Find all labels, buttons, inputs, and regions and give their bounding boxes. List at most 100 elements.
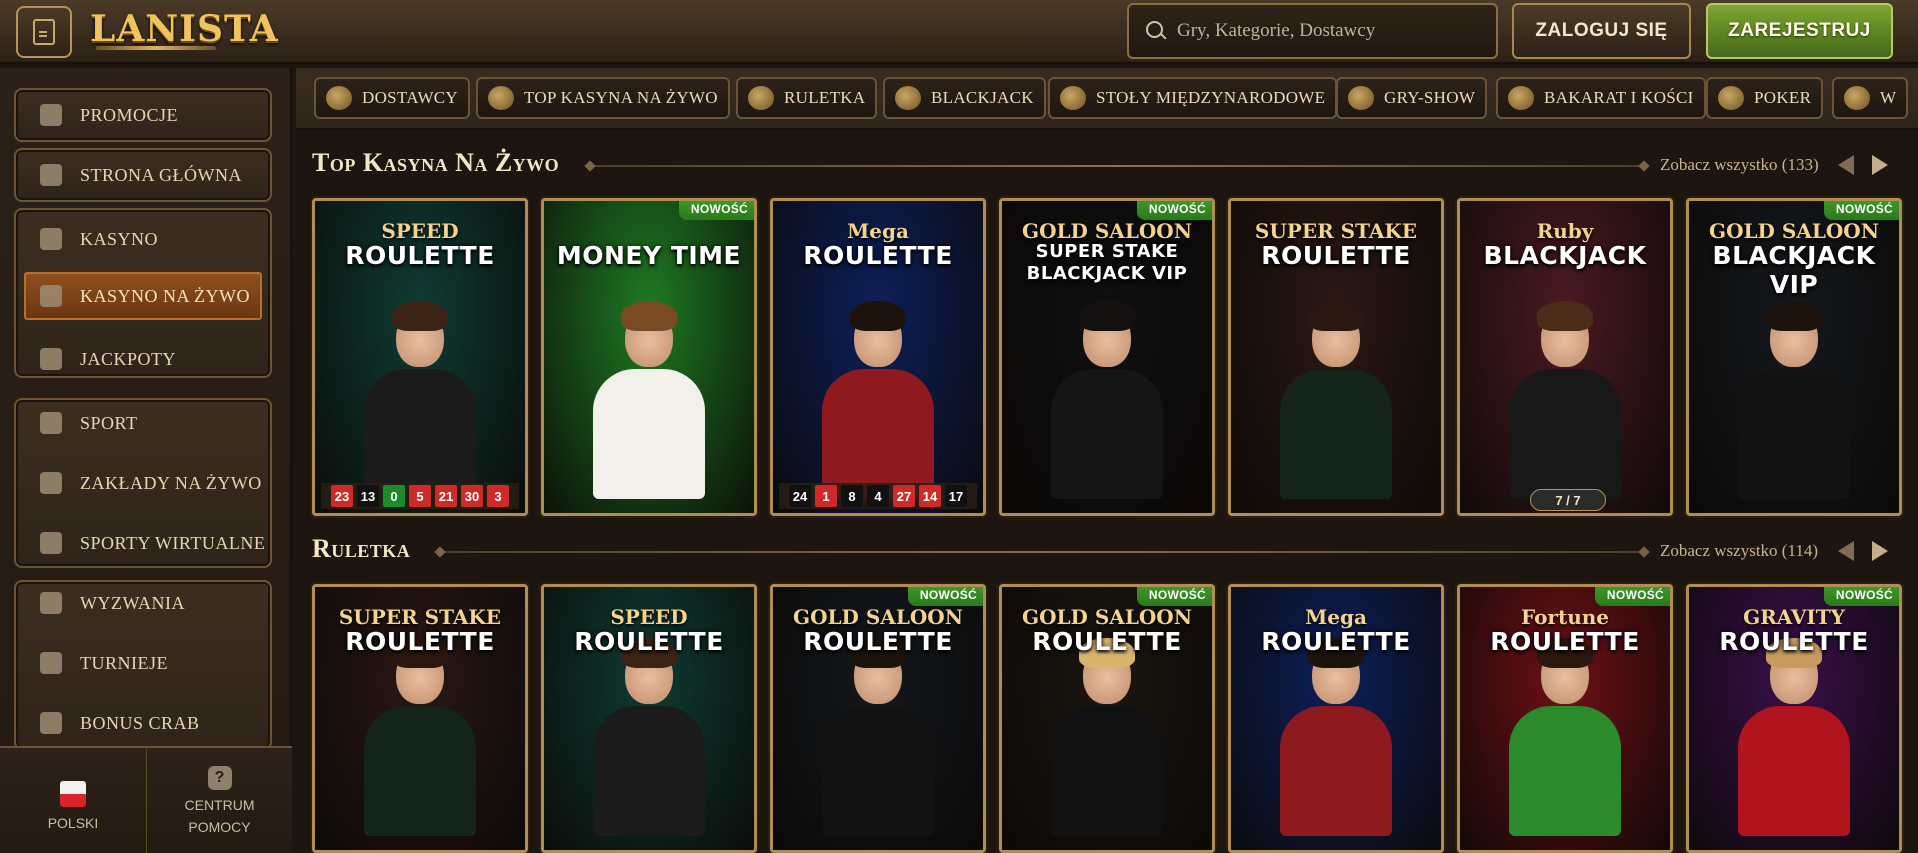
category-label: BAKARAT I KOŚCI [1544,88,1694,107]
sidebar-item-virtual-sports[interactable]: SPORTY WIRTUALNE [14,516,272,570]
new-badge: NOWOŚĆ [678,201,754,220]
chips-icon [1718,86,1744,110]
category-ruletka[interactable]: RULETKA [736,77,878,119]
game-card[interactable]: SPEED ROULETTE 23 13 0 5 21 30 3 [312,198,528,516]
category-label: POKER [1754,88,1812,107]
prev-arrow-icon[interactable] [1838,541,1854,561]
globe-icon [1060,86,1086,110]
sidebar-item-sport[interactable]: SPORT [14,396,272,450]
game-card[interactable]: Mega ROULETTE [1228,584,1444,853]
help-label-line1: CENTRUM [184,796,255,813]
dealer-figure [1724,636,1864,836]
sidebar-item-live-bets[interactable]: ZAKŁADY NA ŻYWO [14,456,272,510]
category-blackjack[interactable]: BLACKJACK [883,77,1046,119]
category-baccarat-dice[interactable]: BAKARAT I KOŚCI [1496,77,1706,119]
clover-icon [40,348,62,370]
sidebar-toggle-button[interactable] [16,6,72,58]
language-selector[interactable]: POLSKI [0,748,146,853]
result-number: 24 [789,485,811,507]
category-poker[interactable]: POKER [1706,77,1824,119]
crab-icon [40,712,62,734]
game-card[interactable]: Mega ROULETTE 24 1 8 4 27 14 17 [770,198,986,516]
result-number: 23 [331,485,353,507]
category-international[interactable]: STOŁY MIĘDZYNARODOWE [1048,77,1338,119]
category-game-shows[interactable]: GRY-SHOW [1336,77,1488,119]
prev-arrow-icon[interactable] [1838,155,1854,175]
microphone-icon [1348,86,1374,110]
category-dostawcy[interactable]: DOSTAWCY [314,77,471,119]
game-title: ROULETTE [1261,241,1411,270]
section-divider [590,165,1644,167]
search-box[interactable] [1127,3,1498,59]
new-badge: NOWOŚĆ [1136,201,1212,220]
dealer-figure [808,636,948,836]
game-title: ROULETTE [574,627,724,656]
category-label: DOSTAWCY [362,88,459,107]
next-arrow-icon[interactable] [1872,541,1888,561]
new-badge: NOWOŚĆ [1136,587,1212,606]
game-subtitle: Ruby [1536,219,1594,243]
category-top-live[interactable]: TOP KASYNA NA ŻYWO [476,77,730,119]
game-title: ROULETTE [1719,627,1869,656]
game-card[interactable]: SPEED ROULETTE [541,584,757,853]
game-subtitle: Fortune [1520,605,1610,629]
see-all-ruletka[interactable]: Zobacz wszystko (114) [1660,541,1818,561]
dealer-figure [1495,636,1635,836]
gem-icon [488,86,514,110]
game-subtitle: GOLD SALOON [1021,219,1193,243]
login-button[interactable]: ZALOGUJ SIĘ [1512,3,1691,59]
game-subtitle: Mega [1305,605,1367,629]
game-card[interactable]: GOLD SALOON ROULETTE NOWOŚĆ [999,584,1215,853]
dealer-figure [808,299,948,499]
virtual-sports-icon [40,532,62,554]
sidebar-item-label: ZAKŁADY NA ŻYWO [80,472,262,493]
category-label: RULETKA [784,88,866,107]
game-subtitle: SUPER STAKE [1254,219,1418,243]
helmet-icon [40,164,62,186]
game-card[interactable]: GOLD SALOON ROULETTE NOWOŚĆ [770,584,986,853]
game-title: ROULETTE [803,627,953,656]
casino-icon [40,228,62,250]
sidebar-item-promocje[interactable]: PROMOCJE [14,88,272,142]
scroll-icon [326,86,352,110]
game-card[interactable]: Fortune ROULETTE NOWOŚĆ [1457,584,1673,853]
game-title: SUPER STAKE BLACKJACK VIP [1026,241,1188,284]
game-subtitle: GOLD SALOON [1708,219,1880,243]
sidebar-item-tournaments[interactable]: TURNIEJE [14,636,272,690]
game-card[interactable]: GRAVITY ROULETTE NOWOŚĆ [1686,584,1902,853]
result-number: 27 [893,485,915,507]
game-card[interactable]: GOLD SALOON SUPER STAKE BLACKJACK VIP NOWO… [999,198,1215,516]
sidebar-item-bonus-crab[interactable]: BONUS CRAB [14,696,272,750]
game-subtitle: GOLD SALOON [792,605,964,629]
dealer-figure [1037,299,1177,499]
sidebar-item-jackpots[interactable]: JACKPOTY [14,332,272,386]
game-subtitle: SPEED [610,605,688,629]
game-subtitle: SPEED [381,219,459,243]
category-label: BLACKJACK [931,88,1034,107]
dice-icon [1508,86,1534,110]
next-arrow-icon[interactable] [1872,155,1888,175]
see-all-top-live[interactable]: Zobacz wszystko (133) [1660,155,1819,175]
logo[interactable]: LANISTA [90,4,279,58]
game-card[interactable]: SUPER STAKE ROULETTE [312,584,528,853]
dealer-figure [1266,636,1406,836]
game-card[interactable]: GOLD SALOON BLACKJACK VIP NOWOŚĆ [1686,198,1902,516]
category-more[interactable]: W [1832,77,1909,119]
sidebar-item-label: WYZWANIA [80,592,185,613]
sidebar-item-home[interactable]: STRONA GŁÓWNA [14,148,272,202]
game-card[interactable]: MONEY TIME NOWOŚĆ [541,198,757,516]
sidebar-item-casino[interactable]: KASYNO [14,212,272,266]
sidebar-item-label: SPORT [80,412,138,433]
sidebar-item-challenges[interactable]: WYZWANIA [14,576,272,630]
result-number: 3 [487,485,509,507]
register-button[interactable]: ZAREJESTRUJ [1706,3,1893,59]
category-label: STOŁY MIĘDZYNARODOWE [1096,88,1326,107]
search-input[interactable] [1177,20,1477,42]
game-card[interactable]: Ruby BLACKJACK 7 / 7 [1457,198,1673,516]
game-subtitle: SUPER STAKE [338,605,502,629]
game-card[interactable]: SUPER STAKE ROULETTE [1228,198,1444,516]
help-center-button[interactable]: ? CENTRUM POMOCY [146,748,292,853]
sidebar-item-live-casino[interactable]: KASYNO NA ŻYWO [24,272,262,320]
sidebar-item-label: SPORTY WIRTUALNE [80,532,266,553]
soccer-ball-icon [40,412,62,434]
